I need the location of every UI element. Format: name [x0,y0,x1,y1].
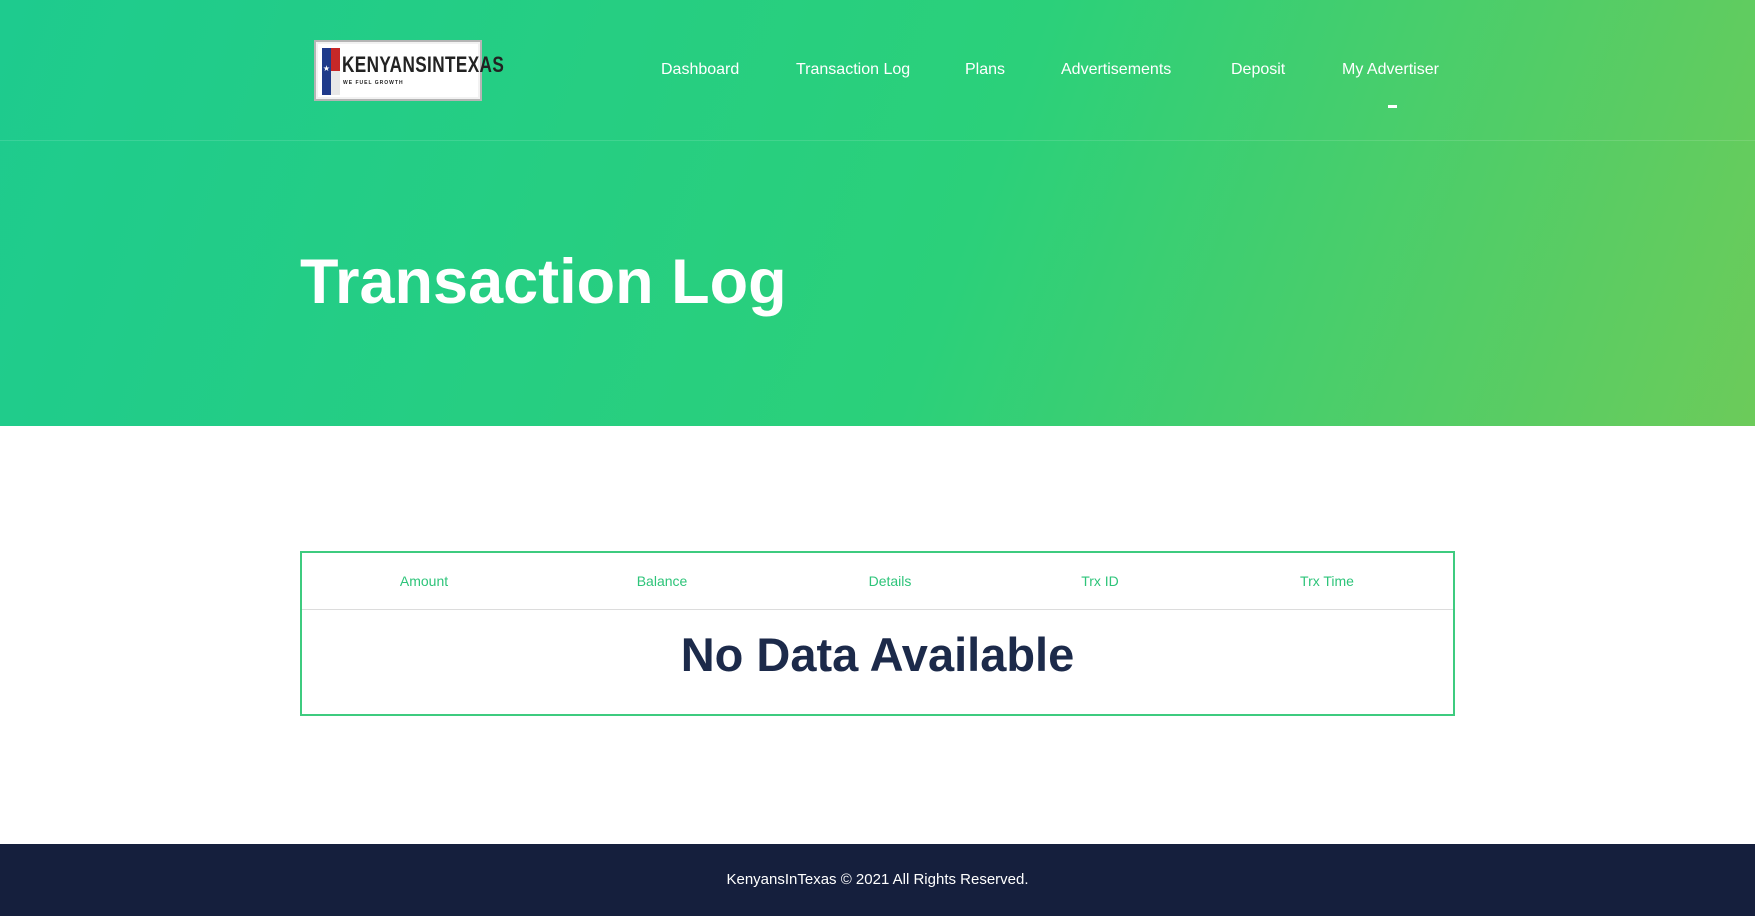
footer-copyright: KenyansInTexas © 2021 All Rights Reserve… [726,871,1029,888]
nav-item-plans[interactable]: Plans [965,58,1005,82]
column-header-trx-id: Trx ID [1081,573,1119,589]
nav-item-my-advertiser[interactable]: My Advertiser [1342,58,1439,82]
column-header-details: Details [868,573,912,589]
table-header: Amount Balance Details Trx ID Trx Time [302,553,1453,610]
nav-item-dashboard[interactable]: Dashboard [661,58,739,82]
site-logo[interactable]: ★ KENYANSINTEXAS WE FUEL GROWTH [314,40,504,101]
empty-state-message: No Data Available [680,628,1075,681]
site-header: ★ KENYANSINTEXAS WE FUEL GROWTH Dashboar… [0,0,1755,141]
transaction-table: Amount Balance Details Trx ID Trx Time N… [300,551,1455,716]
column-header-trx-time: Trx Time [1300,573,1354,589]
active-nav-indicator [1388,105,1397,108]
texas-flag-icon: ★ [322,48,340,95]
column-header-balance: Balance [636,573,688,589]
column-header-amount: Amount [399,573,449,589]
site-footer: KenyansInTexas © 2021 All Rights Reserve… [0,844,1755,916]
nav-item-deposit[interactable]: Deposit [1231,58,1285,82]
hero-banner: ★ KENYANSINTEXAS WE FUEL GROWTH Dashboar… [0,0,1755,426]
page-title: Transaction Log [300,247,787,317]
logo-wordmark: KENYANSINTEXAS [342,52,505,77]
logo-tagline: WE FUEL GROWTH [343,80,404,86]
nav-item-advertisements[interactable]: Advertisements [1061,58,1171,82]
nav-item-transaction-log[interactable]: Transaction Log [796,58,910,82]
